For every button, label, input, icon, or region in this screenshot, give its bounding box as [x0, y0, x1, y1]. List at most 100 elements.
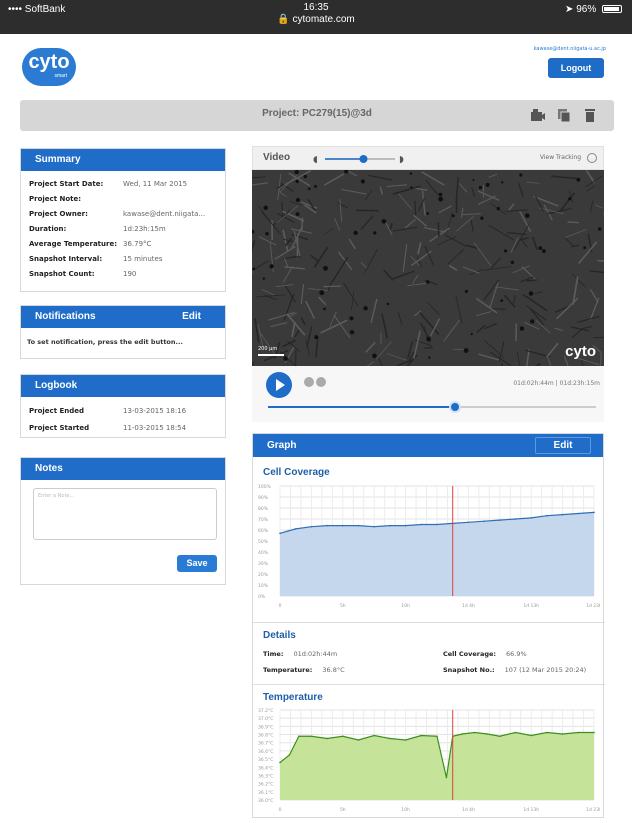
notes-header: Notes [21, 458, 225, 480]
y-tick-label: 36.1°C [258, 790, 273, 796]
x-tick-label: 5h [340, 603, 346, 609]
graph-edit-button[interactable]: Edit [535, 437, 591, 454]
data-point [357, 524, 360, 527]
y-tick-label: 37.0°C [258, 716, 273, 722]
data-point [310, 735, 313, 738]
data-point [530, 517, 532, 519]
notifications-edit-button[interactable]: Edit [182, 306, 201, 328]
row-key: Project Note: [29, 195, 82, 203]
video-progress-bar[interactable] [268, 401, 596, 413]
x-tick-label: 0 [279, 807, 282, 813]
y-tick-label: 70% [258, 517, 269, 523]
row-key: Duration: [29, 225, 67, 233]
save-note-button[interactable]: Save [177, 555, 217, 572]
rabbit-icon: ◗ [399, 155, 404, 165]
scale-bar [258, 354, 284, 356]
x-tick-label: 10h [401, 807, 410, 813]
divider [253, 622, 605, 623]
x-tick-label: 1d 4h [462, 603, 475, 609]
data-point [546, 731, 548, 734]
info-row: Project Ended 13-03-2015 18:16 [21, 403, 225, 420]
data-point [561, 733, 564, 735]
row-value: kawase@dent.niigata... [123, 210, 206, 218]
progress-fill [268, 406, 455, 408]
data-point [326, 524, 328, 527]
y-tick-label: 36.3°C [258, 773, 273, 779]
info-row: Average Temperature: 36.79°C [21, 237, 225, 252]
summary-rows: Project Start Date: Wed, 11 Mar 2015 Proje… [21, 171, 225, 282]
video-panel: Video ◖ ◗ View Tracking 200 µm cyto 01d:… [252, 146, 604, 422]
cytosmart-logo[interactable]: cyto smart [22, 48, 76, 86]
summary-panel: Summary Project Start Date: Wed, 11 Mar 2… [20, 148, 226, 292]
notes-panel: Notes Enter a Note... Save [20, 457, 226, 585]
info-row: Project Note: [21, 192, 225, 207]
note-input[interactable]: Enter a Note... [33, 488, 217, 540]
info-row: Project Started 11-03-2015 18:54 [21, 420, 225, 437]
info-row: Project Owner: kawase@dent.niigata... [21, 207, 225, 222]
row-value: Wed, 11 Mar 2015 [123, 180, 188, 188]
y-tick-label: 36.4°C [258, 765, 273, 771]
user-email[interactable]: kawase@dent.niigata-u.ac.jp [534, 46, 606, 52]
battery-icon [602, 5, 622, 13]
graph-title: Graph [267, 440, 297, 451]
data-point [486, 733, 489, 735]
detail-coverage: Cell Coverage: 66.9% [443, 650, 527, 658]
details-title: Details [263, 630, 296, 641]
logout-button[interactable]: Logout [548, 58, 604, 78]
play-button[interactable] [266, 372, 292, 398]
camera-icon[interactable] [530, 107, 546, 123]
data-point [389, 524, 391, 527]
temperature-title: Temperature [263, 692, 323, 703]
row-key: Snapshot Count: [29, 270, 95, 278]
notifications-header: Notifications Edit [21, 306, 225, 328]
y-tick-label: 100% [258, 484, 272, 490]
series-area [280, 732, 594, 800]
step-back-icon[interactable] [304, 377, 314, 387]
notifications-message: To set notification, press the edit butt… [27, 338, 183, 346]
detail-temperature: Temperature: 36.8°C [263, 666, 345, 674]
y-tick-label: 90% [258, 495, 269, 501]
data-point [499, 735, 501, 738]
cell-microscopy-image [252, 170, 604, 366]
graph-panel: Graph Edit Cell Coverage 100% 90% 80% 70% 60… [252, 433, 605, 818]
y-tick-label: 10% [258, 583, 269, 589]
trash-icon[interactable] [582, 107, 598, 123]
data-point [373, 525, 375, 528]
x-tick-label: 1d 4h [462, 807, 475, 813]
battery-label: 96% [576, 4, 597, 15]
row-value: 36.79°C [123, 240, 152, 248]
data-point [467, 521, 470, 524]
cell-coverage-title: Cell Coverage [263, 467, 330, 478]
data-point [561, 513, 564, 516]
y-tick-label: 40% [258, 550, 269, 556]
data-point [546, 514, 548, 517]
project-bar: Project: PC279(15)@3d [20, 100, 614, 131]
data-point [404, 739, 407, 741]
row-key: Project Start Date: [29, 180, 104, 188]
data-point [326, 737, 328, 740]
step-forward-icon[interactable] [316, 377, 326, 387]
y-tick-label: 50% [258, 539, 269, 545]
progress-knob[interactable] [448, 401, 461, 413]
x-tick-label: 1d 23h [586, 603, 600, 609]
graph-header: Graph Edit [253, 434, 603, 457]
speed-slider[interactable]: ◖ ◗ [311, 151, 411, 167]
info-row: Duration: 1d:23h:15m [21, 222, 225, 237]
cell-coverage-chart[interactable]: 100% 90% 80% 70% 60% 50% 40% 30% 20% 10% 0% 0 5h 10h 1… [258, 482, 600, 610]
view-tracking-label: View Tracking [539, 154, 581, 161]
url-label: cytomate.com [292, 14, 355, 25]
x-tick-label: 1d 13h [523, 603, 539, 609]
video-frame[interactable]: 200 µm cyto [252, 170, 604, 366]
y-tick-label: 36.8°C [258, 733, 273, 739]
logbook-panel: Logbook Project Ended 13-03-2015 18:16 Pro… [20, 374, 226, 438]
row-value: 13-03-2015 18:16 [123, 407, 187, 415]
video-toolbar: Video ◖ ◗ View Tracking [252, 146, 604, 170]
status-center: 16:35 🔒 cytomate.com [0, 2, 632, 26]
view-tracking-checkbox[interactable] [587, 153, 597, 163]
lock-icon: 🔒 [277, 14, 290, 25]
y-tick-label: 36.2°C [258, 782, 273, 788]
y-tick-label: 36.5°C [258, 757, 273, 763]
temperature-chart[interactable]: 37.2°C 37.0°C 36.9°C 36.8°C 36.7°C 36.6°C 36.5… [258, 706, 600, 814]
copy-icon[interactable] [556, 107, 572, 123]
row-key: Project Owner: [29, 210, 88, 218]
